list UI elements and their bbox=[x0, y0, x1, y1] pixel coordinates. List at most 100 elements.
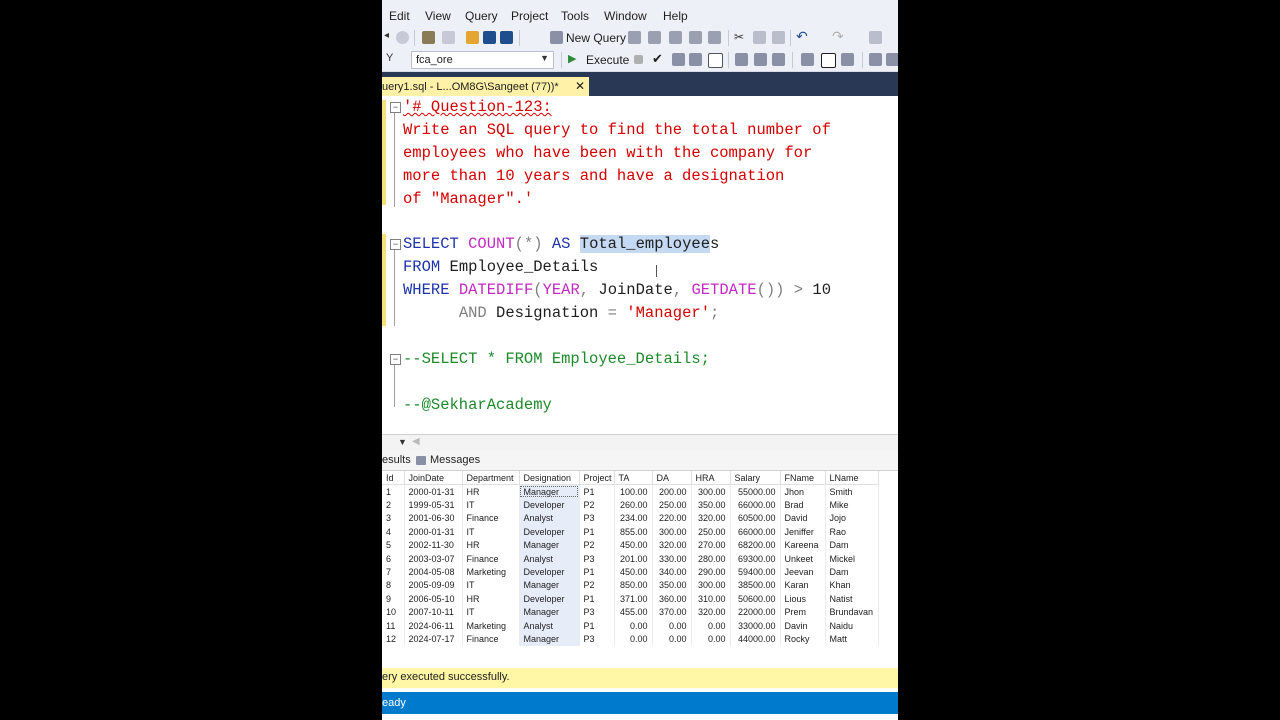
sql-editor[interactable]: − − − '# Question-123: Write an SQL quer… bbox=[382, 96, 898, 434]
table-cell[interactable]: 250.00 bbox=[691, 525, 731, 539]
table-cell[interactable]: Analyst bbox=[519, 551, 580, 566]
table-cell[interactable]: Rocky bbox=[780, 632, 826, 646]
cut-icon[interactable]: ✂ bbox=[734, 30, 747, 44]
column-header[interactable]: JoinDate bbox=[404, 471, 463, 485]
activity-monitor-icon[interactable] bbox=[869, 31, 882, 44]
table-cell[interactable]: 280.00 bbox=[691, 551, 731, 566]
column-header[interactable]: TA bbox=[614, 471, 653, 485]
column-header[interactable]: Id bbox=[382, 471, 405, 485]
new-project-icon[interactable] bbox=[422, 31, 435, 44]
table-cell[interactable]: 1999-05-31 bbox=[404, 498, 463, 512]
table-cell[interactable]: 68200.00 bbox=[730, 538, 781, 552]
table-cell[interactable]: 370.00 bbox=[652, 605, 692, 619]
new-query-button[interactable]: New Query bbox=[566, 31, 626, 45]
table-cell[interactable]: 12 bbox=[382, 632, 405, 646]
table-cell[interactable]: 350.00 bbox=[691, 498, 731, 512]
dax-query-icon[interactable] bbox=[689, 31, 702, 44]
table-cell[interactable]: HR bbox=[462, 592, 520, 606]
table-cell[interactable]: Kareena bbox=[780, 538, 826, 552]
uncomment-lines-icon[interactable] bbox=[886, 53, 898, 66]
table-cell[interactable]: 2004-05-08 bbox=[404, 565, 463, 579]
table-cell[interactable]: Manager bbox=[519, 578, 580, 593]
menu-help[interactable]: Help bbox=[663, 9, 688, 23]
table-cell[interactable]: 44000.00 bbox=[730, 632, 781, 646]
table-cell[interactable]: 350.00 bbox=[652, 578, 692, 593]
table-cell[interactable]: P1 bbox=[579, 525, 615, 539]
table-row[interactable]: 10 2007-10-11 IT Manager P3 455.00 370.00 320.0… bbox=[382, 605, 879, 619]
table-cell[interactable]: 260.00 bbox=[614, 498, 653, 512]
table-cell[interactable]: 320.00 bbox=[691, 605, 731, 619]
table-cell[interactable]: Manager bbox=[519, 605, 580, 619]
table-cell[interactable]: Finance bbox=[462, 632, 520, 646]
open-file-icon[interactable] bbox=[466, 31, 479, 44]
table-cell[interactable]: 2006-05-10 bbox=[404, 592, 463, 606]
table-cell[interactable]: 66000.00 bbox=[730, 525, 781, 539]
table-cell[interactable]: 0.00 bbox=[652, 618, 692, 633]
table-cell[interactable]: 200.00 bbox=[652, 484, 692, 499]
table-cell[interactable]: Davin bbox=[780, 618, 826, 633]
table-cell[interactable]: HR bbox=[462, 484, 520, 499]
table-cell[interactable]: 0.00 bbox=[614, 618, 653, 633]
table-cell[interactable]: 330.00 bbox=[652, 551, 692, 566]
table-cell[interactable]: 59400.00 bbox=[730, 565, 781, 579]
table-cell[interactable]: Rao bbox=[825, 525, 879, 539]
menu-project[interactable]: Project bbox=[511, 9, 548, 23]
table-cell[interactable]: IT bbox=[462, 525, 520, 539]
table-row[interactable]: 4 2000-01-31 IT Developer P1 855.00 300.00 250.… bbox=[382, 525, 879, 539]
tab-results[interactable]: esults bbox=[382, 454, 411, 466]
table-row[interactable]: 3 2001-06-30 Finance Analyst P3 234.00 220.00 3… bbox=[382, 511, 879, 526]
menu-query[interactable]: Query bbox=[465, 9, 498, 23]
table-cell[interactable]: P1 bbox=[579, 484, 615, 499]
live-stats-icon[interactable] bbox=[754, 53, 767, 66]
table-cell[interactable]: Manager bbox=[519, 484, 580, 499]
table-cell[interactable]: 66000.00 bbox=[730, 498, 781, 512]
table-cell[interactable]: 270.00 bbox=[691, 538, 731, 552]
table-cell[interactable]: Manager bbox=[519, 632, 580, 646]
table-cell[interactable]: Mickel bbox=[825, 551, 879, 566]
table-cell[interactable]: P2 bbox=[579, 538, 615, 552]
save-icon[interactable] bbox=[483, 31, 496, 44]
xmla-query-icon[interactable] bbox=[669, 31, 682, 44]
table-cell[interactable]: Jeevan bbox=[780, 565, 826, 579]
table-cell[interactable]: Natist bbox=[825, 592, 879, 606]
table-cell[interactable]: 0.00 bbox=[614, 632, 653, 646]
table-cell[interactable]: 455.00 bbox=[614, 605, 653, 619]
zoom-dropdown-icon[interactable]: ▼ bbox=[398, 437, 407, 447]
close-icon[interactable]: ✕ bbox=[575, 79, 585, 93]
menu-edit[interactable]: Edit bbox=[389, 9, 410, 23]
add-item-icon[interactable] bbox=[442, 31, 455, 44]
table-cell[interactable]: David bbox=[780, 511, 826, 526]
table-cell[interactable]: P3 bbox=[579, 551, 615, 566]
table-cell[interactable]: 2 bbox=[382, 498, 405, 512]
table-row[interactable]: 9 2006-05-10 HR Developer P1 371.00 360.00 310.… bbox=[382, 592, 879, 606]
table-cell[interactable]: 5 bbox=[382, 538, 405, 552]
table-cell[interactable]: P1 bbox=[579, 565, 615, 579]
copy-icon[interactable] bbox=[753, 31, 766, 44]
table-cell[interactable]: Marketing bbox=[462, 565, 520, 579]
results-to-grid-icon[interactable] bbox=[821, 53, 836, 68]
nav-forward-icon[interactable] bbox=[396, 31, 409, 44]
table-cell[interactable]: 450.00 bbox=[614, 538, 653, 552]
menu-tools[interactable]: Tools bbox=[561, 9, 589, 23]
comment-lines-icon[interactable] bbox=[869, 53, 882, 66]
table-cell[interactable]: HR bbox=[462, 538, 520, 552]
table-cell[interactable]: IT bbox=[462, 605, 520, 619]
query-options-icon[interactable] bbox=[689, 53, 702, 66]
table-cell[interactable]: Analyst bbox=[519, 618, 580, 633]
table-cell[interactable]: 33000.00 bbox=[730, 618, 781, 633]
execute-button[interactable]: Execute bbox=[586, 53, 629, 67]
table-cell[interactable]: Smith bbox=[825, 484, 879, 499]
table-cell[interactable]: IT bbox=[462, 578, 520, 593]
column-header[interactable]: HRA bbox=[691, 471, 731, 485]
table-cell[interactable]: 2000-01-31 bbox=[404, 484, 463, 499]
save-all-icon[interactable] bbox=[500, 31, 513, 44]
table-cell[interactable]: Dam bbox=[825, 565, 879, 579]
client-stats-icon[interactable] bbox=[772, 53, 785, 66]
column-header[interactable]: LName bbox=[825, 471, 879, 485]
table-cell[interactable]: 300.00 bbox=[652, 525, 692, 539]
table-cell[interactable]: Mike bbox=[825, 498, 879, 512]
table-cell[interactable]: 69300.00 bbox=[730, 551, 781, 566]
table-cell[interactable]: 310.00 bbox=[691, 592, 731, 606]
table-cell[interactable]: 1 bbox=[382, 484, 405, 499]
table-cell[interactable]: Developer bbox=[519, 498, 580, 512]
